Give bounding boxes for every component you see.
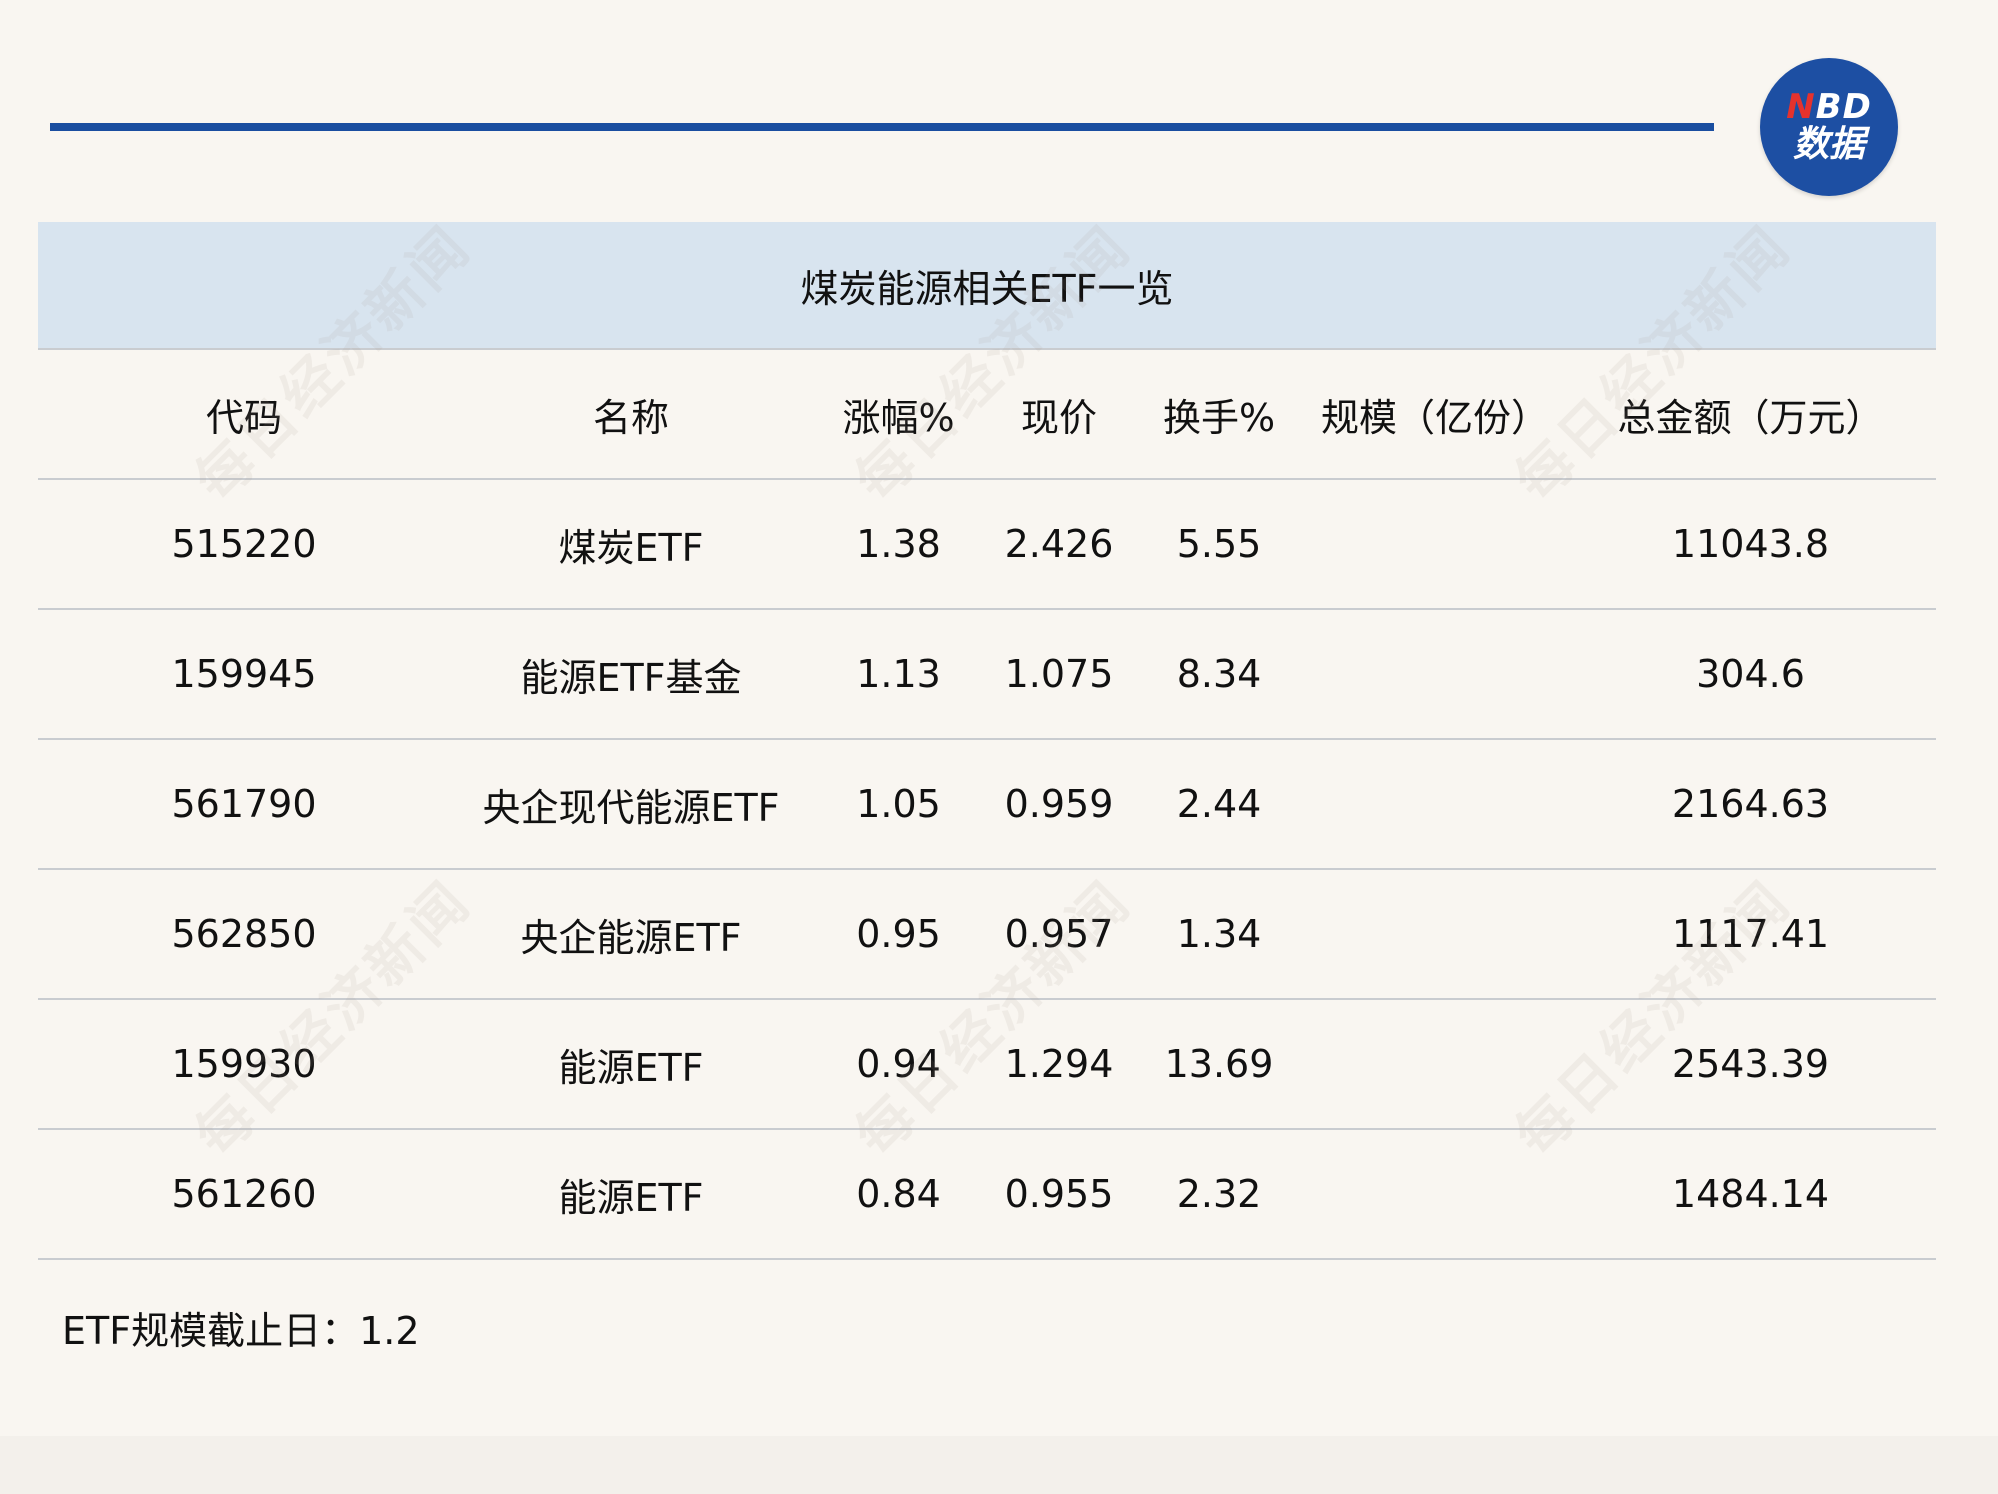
etf-table: 代码 名称 涨幅% 现价 换手% 规模（亿份） 总金额（万元） 515220 煤…: [38, 350, 1936, 1260]
cell-name: 央企现代能源ETF: [450, 739, 812, 870]
cell-scale: [1305, 609, 1565, 740]
cell-turnover-pct: 13.69: [1133, 999, 1305, 1130]
table-row: 561790 央企现代能源ETF 1.05 0.959 2.44 2164.63: [38, 739, 1936, 870]
cell-name: 央企能源ETF: [450, 869, 812, 1000]
logo-sub: 数据: [1792, 123, 1865, 165]
cell-turnover-pct: 5.55: [1133, 479, 1305, 610]
header-code: 代码: [38, 350, 450, 480]
table-title-band: 煤炭能源相关ETF一览: [38, 222, 1936, 350]
top-rule: [50, 123, 1714, 131]
cell-total-amount: 2164.63: [1565, 739, 1936, 870]
cell-turnover-pct: 2.32: [1133, 1129, 1305, 1260]
cell-code: 515220: [38, 479, 450, 610]
cell-code: 561790: [38, 739, 450, 870]
table-header-row: 代码 名称 涨幅% 现价 换手% 规模（亿份） 总金额（万元）: [38, 350, 1936, 480]
cell-name: 能源ETF基金: [450, 609, 812, 740]
cell-turnover-pct: 1.34: [1133, 869, 1305, 1000]
cell-price: 0.959: [985, 739, 1133, 870]
cell-change-pct: 1.05: [812, 739, 985, 870]
cell-scale: [1305, 1129, 1565, 1260]
table-row: 562850 央企能源ETF 0.95 0.957 1.34 1117.41: [38, 869, 1936, 1000]
cell-change-pct: 0.84: [812, 1129, 985, 1260]
cell-code: 562850: [38, 869, 450, 1000]
table-row: 159945 能源ETF基金 1.13 1.075 8.34 304.6: [38, 609, 1936, 740]
cell-turnover-pct: 2.44: [1133, 739, 1305, 870]
cell-price: 1.075: [985, 609, 1133, 740]
cell-turnover-pct: 8.34: [1133, 609, 1305, 740]
cell-scale: [1305, 479, 1565, 610]
cell-total-amount: 2543.39: [1565, 999, 1936, 1130]
nbd-logo: NBD 数据: [1760, 58, 1898, 196]
header-price: 现价: [985, 350, 1133, 480]
cell-total-amount: 1484.14: [1565, 1129, 1936, 1260]
cell-total-amount: 11043.8: [1565, 479, 1936, 610]
cell-change-pct: 1.38: [812, 479, 985, 610]
header-name: 名称: [450, 350, 812, 480]
table-row: 515220 煤炭ETF 1.38 2.426 5.55 11043.8: [38, 479, 1936, 610]
header-scale: 规模（亿份）: [1305, 350, 1565, 480]
table-row: 159930 能源ETF 0.94 1.294 13.69 2543.39: [38, 999, 1936, 1130]
table-title: 煤炭能源相关ETF一览: [800, 266, 1174, 311]
cell-code: 561260: [38, 1129, 450, 1260]
header-change-pct: 涨幅%: [812, 350, 985, 480]
table-row: 561260 能源ETF 0.84 0.955 2.32 1484.14: [38, 1129, 1936, 1260]
footnote: ETF规模截止日：1.2: [62, 1309, 420, 1353]
cell-scale: [1305, 739, 1565, 870]
header-total-amount: 总金额（万元）: [1565, 350, 1936, 480]
cell-code: 159930: [38, 999, 450, 1130]
bottom-strip: [0, 1436, 1998, 1494]
cell-total-amount: 1117.41: [1565, 869, 1936, 1000]
cell-price: 0.957: [985, 869, 1133, 1000]
cell-scale: [1305, 869, 1565, 1000]
logo-brand-rest: BD: [1815, 87, 1872, 128]
cell-change-pct: 0.94: [812, 999, 985, 1130]
cell-total-amount: 304.6: [1565, 609, 1936, 740]
cell-price: 2.426: [985, 479, 1133, 610]
page: NBD 数据 煤炭能源相关ETF一览 代码 名称 涨幅% 现价 换手% 规模（亿…: [0, 0, 1998, 1436]
cell-change-pct: 1.13: [812, 609, 985, 740]
cell-price: 1.294: [985, 999, 1133, 1130]
cell-name: 煤炭ETF: [450, 479, 812, 610]
cell-code: 159945: [38, 609, 450, 740]
cell-change-pct: 0.95: [812, 869, 985, 1000]
cell-name: 能源ETF: [450, 999, 812, 1130]
cell-name: 能源ETF: [450, 1129, 812, 1260]
cell-price: 0.955: [985, 1129, 1133, 1260]
logo-brand-first: N: [1786, 87, 1816, 128]
logo-brand: NBD: [1786, 87, 1872, 128]
header-turnover-pct: 换手%: [1133, 350, 1305, 480]
cell-scale: [1305, 999, 1565, 1130]
